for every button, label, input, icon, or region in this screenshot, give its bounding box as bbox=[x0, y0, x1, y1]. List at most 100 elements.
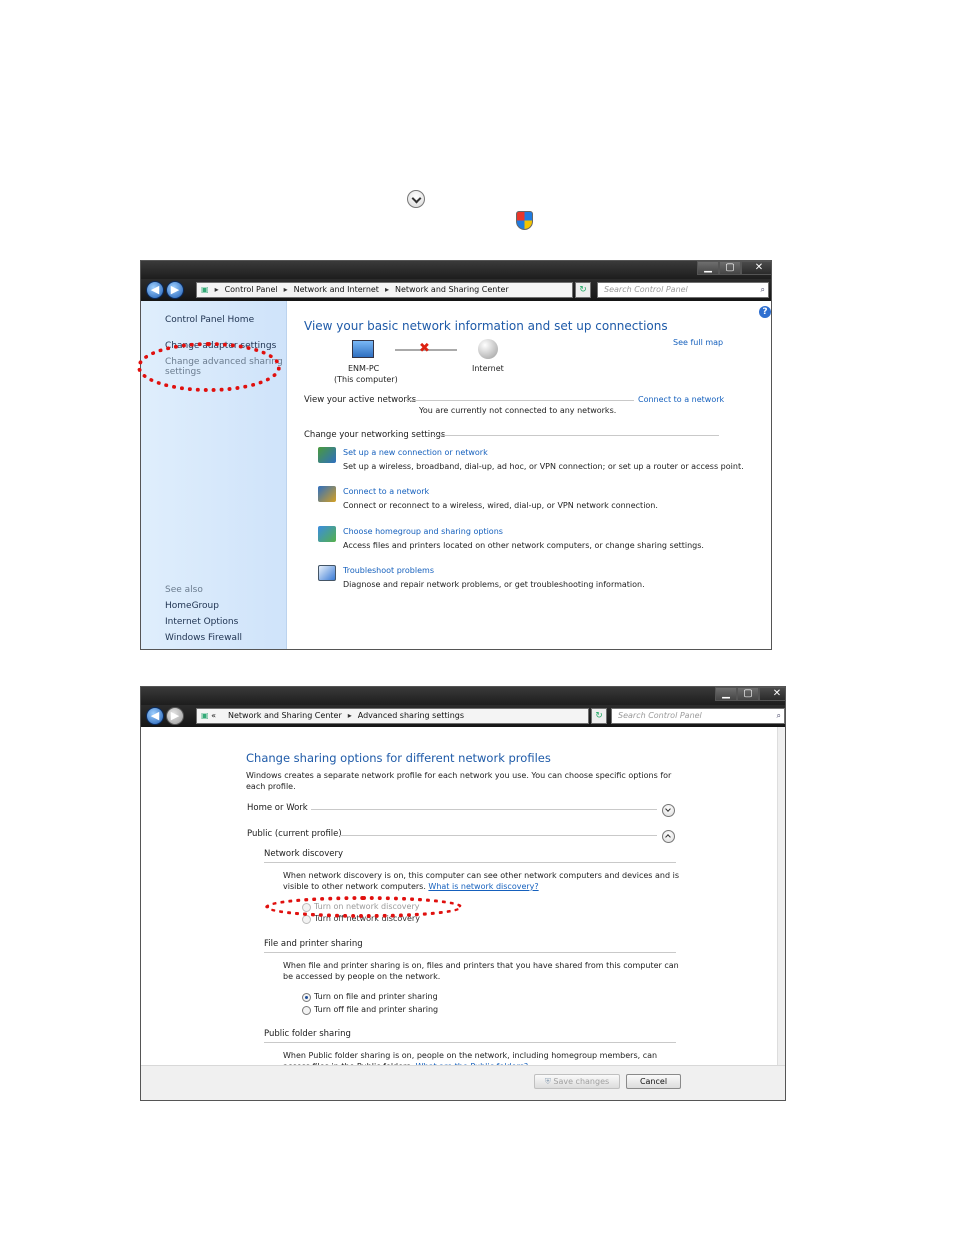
divider bbox=[264, 862, 676, 863]
task-setup-connection[interactable]: Set up a new connection or network bbox=[343, 448, 488, 457]
internet-label: Internet bbox=[472, 364, 504, 373]
see-also-heading: See also bbox=[165, 585, 203, 595]
homegroup-icon bbox=[318, 526, 336, 542]
connect-network-link[interactable]: Connect to a network bbox=[638, 395, 724, 404]
shield-icon: ⛨ bbox=[544, 1077, 551, 1086]
task-connect-network[interactable]: Connect to a network bbox=[343, 487, 429, 496]
radio-file-sharing-on[interactable] bbox=[302, 993, 311, 1002]
intro-line1: Windows creates a separate network profi… bbox=[246, 771, 672, 780]
back-button[interactable]: ◀ bbox=[146, 707, 164, 725]
sidebar-item-home[interactable]: Control Panel Home bbox=[165, 315, 254, 325]
task-setup-connection-desc: Set up a wireless, broadband, dial-up, a… bbox=[343, 462, 744, 471]
radio-file-sharing-on-label[interactable]: Turn on file and printer sharing bbox=[314, 992, 438, 1001]
close-button[interactable]: ✕ bbox=[741, 261, 771, 275]
task-homegroup[interactable]: Choose homegroup and sharing options bbox=[343, 527, 503, 536]
sidebar-item-windows-firewall[interactable]: Windows Firewall bbox=[165, 633, 242, 643]
refresh-icon[interactable]: ↻ bbox=[575, 282, 591, 298]
divider bbox=[406, 400, 634, 401]
navigation-bar: ◀ ▶ ▣ «Network and Sharing Center ▸ Advanc… bbox=[141, 705, 785, 727]
public-folder-desc1: When Public folder sharing is on, people… bbox=[283, 1051, 658, 1060]
file-printer-desc2: be accessed by people on the network. bbox=[283, 972, 441, 981]
highlight-ellipse bbox=[265, 896, 463, 918]
divider bbox=[433, 435, 719, 436]
close-button[interactable]: ✕ bbox=[759, 687, 785, 701]
breadcrumb-network-internet[interactable]: Network and Internet bbox=[294, 285, 379, 294]
computer-name: ENM-PC bbox=[348, 364, 380, 373]
file-printer-desc1: When file and printer sharing is on, fil… bbox=[283, 961, 679, 970]
breadcrumb-network-sharing[interactable]: Network and Sharing Center bbox=[395, 285, 509, 294]
save-changes-button[interactable]: ⛨ Save changes bbox=[534, 1074, 620, 1089]
expand-chevron-icon[interactable] bbox=[662, 804, 675, 817]
forward-button[interactable]: ▶ bbox=[166, 281, 184, 299]
network-folder-icon: ▣ bbox=[201, 711, 209, 720]
change-settings-label: Change your networking settings bbox=[304, 430, 446, 440]
address-bar[interactable]: ▣ ▸ Control Panel ▸ Network and Internet ▸ Net… bbox=[196, 282, 573, 298]
radio-file-sharing-off-label[interactable]: Turn off file and printer sharing bbox=[314, 1005, 438, 1014]
breadcrumb-overflow[interactable]: « bbox=[211, 711, 216, 720]
forward-button[interactable]: ▶ bbox=[166, 707, 184, 725]
footer-bar: ⛨ Save changes Cancel bbox=[141, 1065, 785, 1100]
search-input[interactable]: Search Control Panel ⌕ bbox=[597, 282, 769, 298]
computer-icon bbox=[352, 340, 374, 358]
divider bbox=[311, 809, 657, 810]
computer-sub: (This computer) bbox=[334, 375, 398, 384]
troubleshoot-icon bbox=[318, 565, 336, 581]
radio-discovery-off[interactable] bbox=[302, 915, 311, 924]
maximize-button[interactable]: ▢ bbox=[719, 261, 741, 275]
see-full-map-link[interactable]: See full map bbox=[673, 338, 723, 347]
divider bbox=[339, 835, 657, 836]
search-placeholder: Search Control Panel bbox=[604, 285, 688, 294]
address-bar[interactable]: ▣ «Network and Sharing Center ▸ Advanced s… bbox=[196, 708, 589, 724]
collapse-chevron-icon[interactable] bbox=[662, 830, 675, 843]
search-icon[interactable]: ⌕ bbox=[777, 709, 781, 723]
breadcrumb-network-sharing[interactable]: Network and Sharing Center bbox=[228, 711, 342, 720]
scrollbar[interactable] bbox=[777, 727, 785, 1065]
network-sharing-center-window: ▁ ▢ ✕ ◀ ▶ ▣ ▸ Control Panel ▸ Network and In… bbox=[140, 260, 772, 650]
uac-shield-icon bbox=[516, 211, 533, 230]
advanced-sharing-window: ▁ ▢ ✕ ◀ ▶ ▣ «Network and Sharing Center ▸… bbox=[140, 686, 786, 1101]
caption-buttons: ▁ ▢ ✕ bbox=[697, 261, 771, 275]
page-title: View your basic network information and … bbox=[304, 319, 668, 333]
connect-network-icon bbox=[318, 486, 336, 502]
network-discovery-desc2-text: visible to other network computers. bbox=[283, 882, 426, 891]
page-title: Change sharing options for different net… bbox=[246, 751, 551, 765]
caption-buttons: ▁ ▢ ✕ bbox=[715, 687, 785, 701]
back-button[interactable]: ◀ bbox=[146, 281, 164, 299]
navigation-bar: ◀ ▶ ▣ ▸ Control Panel ▸ Network and Internet… bbox=[141, 279, 771, 301]
profile-home-work[interactable]: Home or Work bbox=[247, 803, 308, 813]
save-changes-label: Save changes bbox=[553, 1077, 610, 1086]
file-printer-heading: File and printer sharing bbox=[264, 939, 363, 949]
minimize-button[interactable]: ▁ bbox=[715, 687, 737, 701]
network-discovery-help-link[interactable]: What is network discovery? bbox=[428, 882, 538, 891]
task-troubleshoot[interactable]: Troubleshoot problems bbox=[343, 566, 434, 575]
minimize-button[interactable]: ▁ bbox=[697, 261, 719, 275]
intro-line2: each profile. bbox=[246, 782, 296, 791]
divider bbox=[264, 1042, 676, 1043]
refresh-icon[interactable]: ↻ bbox=[591, 708, 607, 724]
search-input[interactable]: Search Control Panel ⌕ bbox=[611, 708, 785, 724]
disconnected-x-icon: ✖ bbox=[419, 341, 430, 356]
search-placeholder: Search Control Panel bbox=[618, 711, 702, 720]
sidebar-item-homegroup[interactable]: HomeGroup bbox=[165, 601, 219, 611]
profile-public[interactable]: Public (current profile) bbox=[247, 829, 342, 839]
network-folder-icon: ▣ bbox=[201, 285, 209, 294]
radio-file-sharing-off[interactable] bbox=[302, 1006, 311, 1015]
breadcrumb-control-panel[interactable]: Control Panel bbox=[225, 285, 278, 294]
search-icon[interactable]: ⌕ bbox=[761, 283, 765, 297]
cancel-button[interactable]: Cancel bbox=[626, 1074, 681, 1089]
task-homegroup-desc: Access files and printers located on oth… bbox=[343, 541, 704, 550]
task-connect-network-desc: Connect or reconnect to a wireless, wire… bbox=[343, 501, 658, 510]
maximize-button[interactable]: ▢ bbox=[737, 687, 759, 701]
network-discovery-desc1: When network discovery is on, this compu… bbox=[283, 871, 679, 880]
divider bbox=[264, 952, 676, 953]
title-bar bbox=[141, 261, 771, 279]
public-folder-heading: Public folder sharing bbox=[264, 1029, 351, 1039]
breadcrumb-advanced-sharing[interactable]: Advanced sharing settings bbox=[358, 711, 464, 720]
help-icon[interactable]: ? bbox=[759, 306, 771, 318]
not-connected-text: You are currently not connected to any n… bbox=[419, 406, 617, 415]
highlight-ellipse bbox=[137, 342, 281, 392]
network-discovery-desc2: visible to other network computers. What… bbox=[283, 882, 539, 891]
globe-icon bbox=[478, 339, 498, 359]
sidebar-item-internet-options[interactable]: Internet Options bbox=[165, 617, 238, 627]
new-connection-icon bbox=[318, 447, 336, 463]
